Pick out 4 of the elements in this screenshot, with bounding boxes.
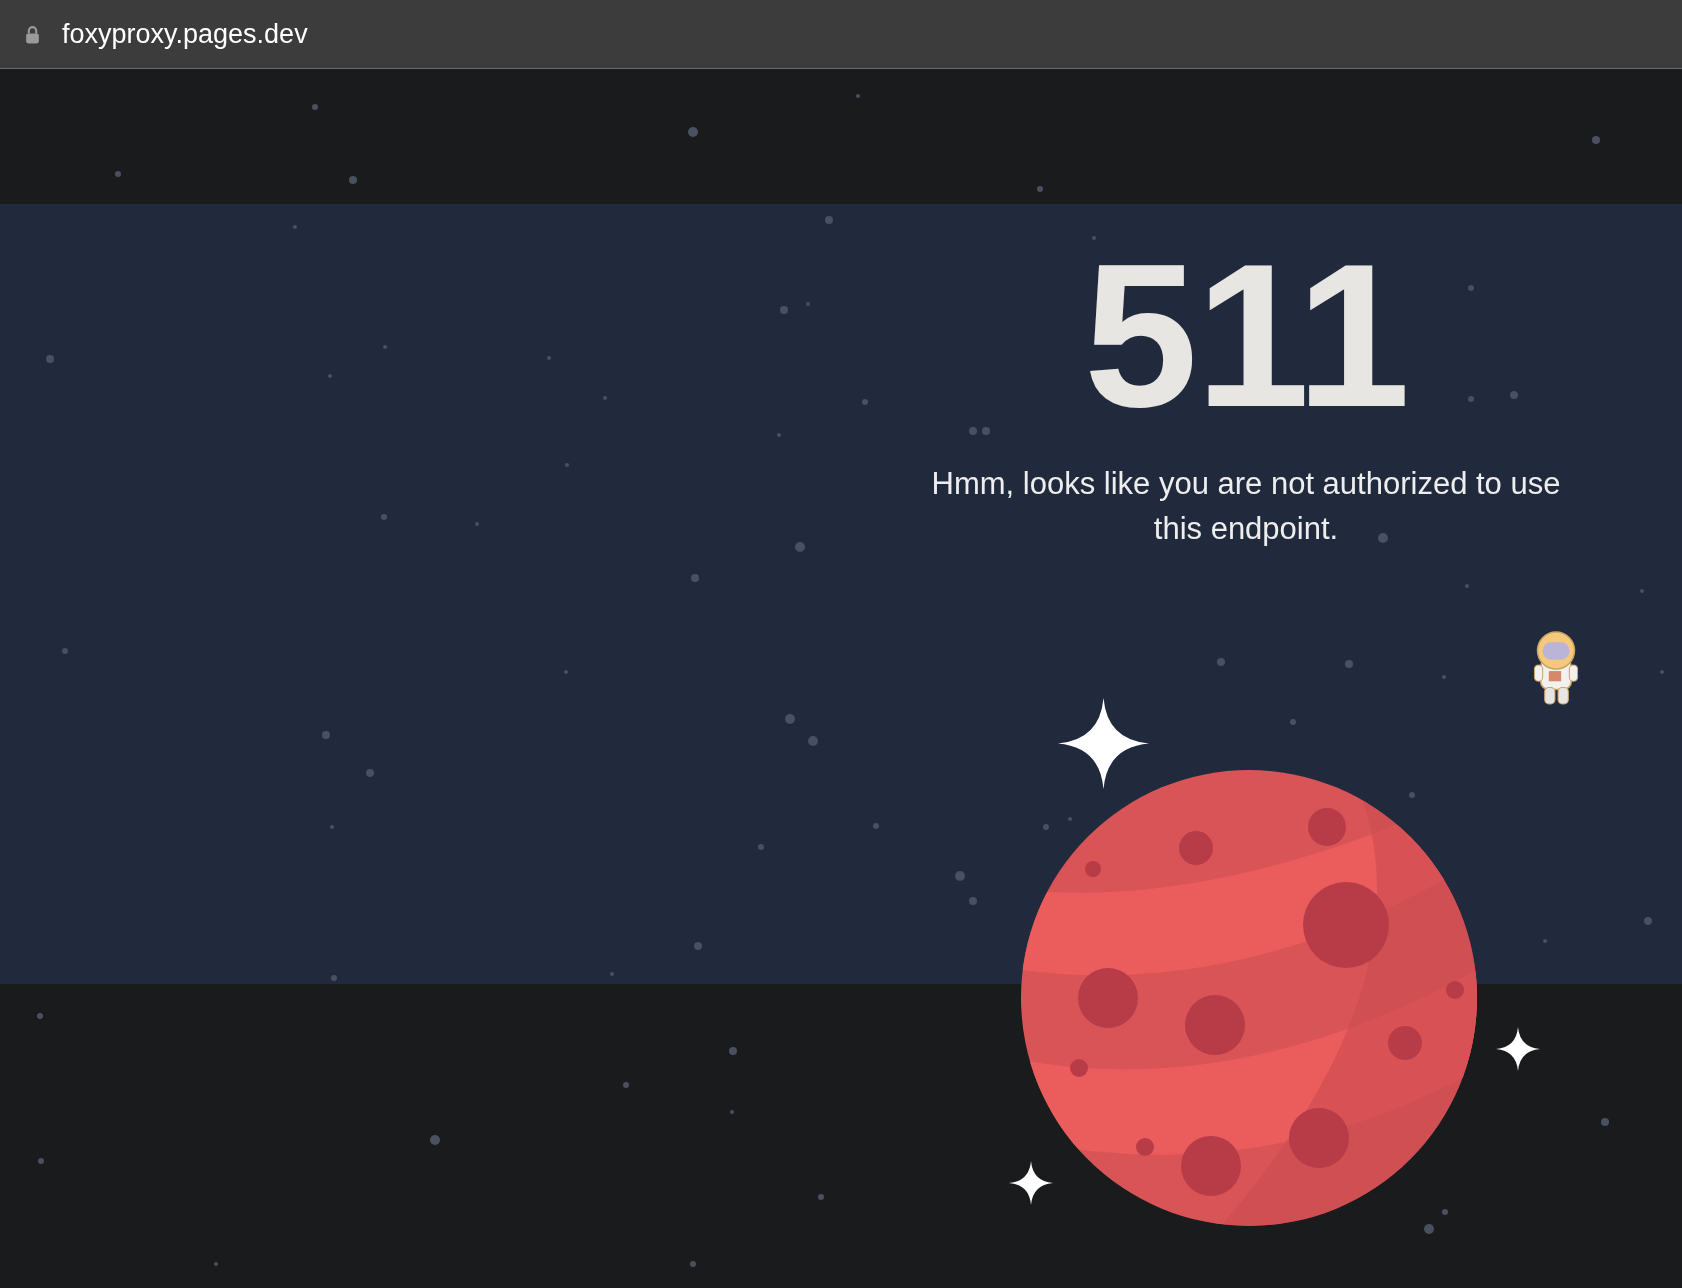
error-code: 511 bbox=[1082, 232, 1410, 437]
lock-icon bbox=[25, 24, 40, 44]
address-bar-url[interactable]: foxyproxy.pages.dev bbox=[62, 18, 308, 50]
error-message: Hmm, looks like you are not authorized to use this endpoint. bbox=[930, 465, 1562, 548]
